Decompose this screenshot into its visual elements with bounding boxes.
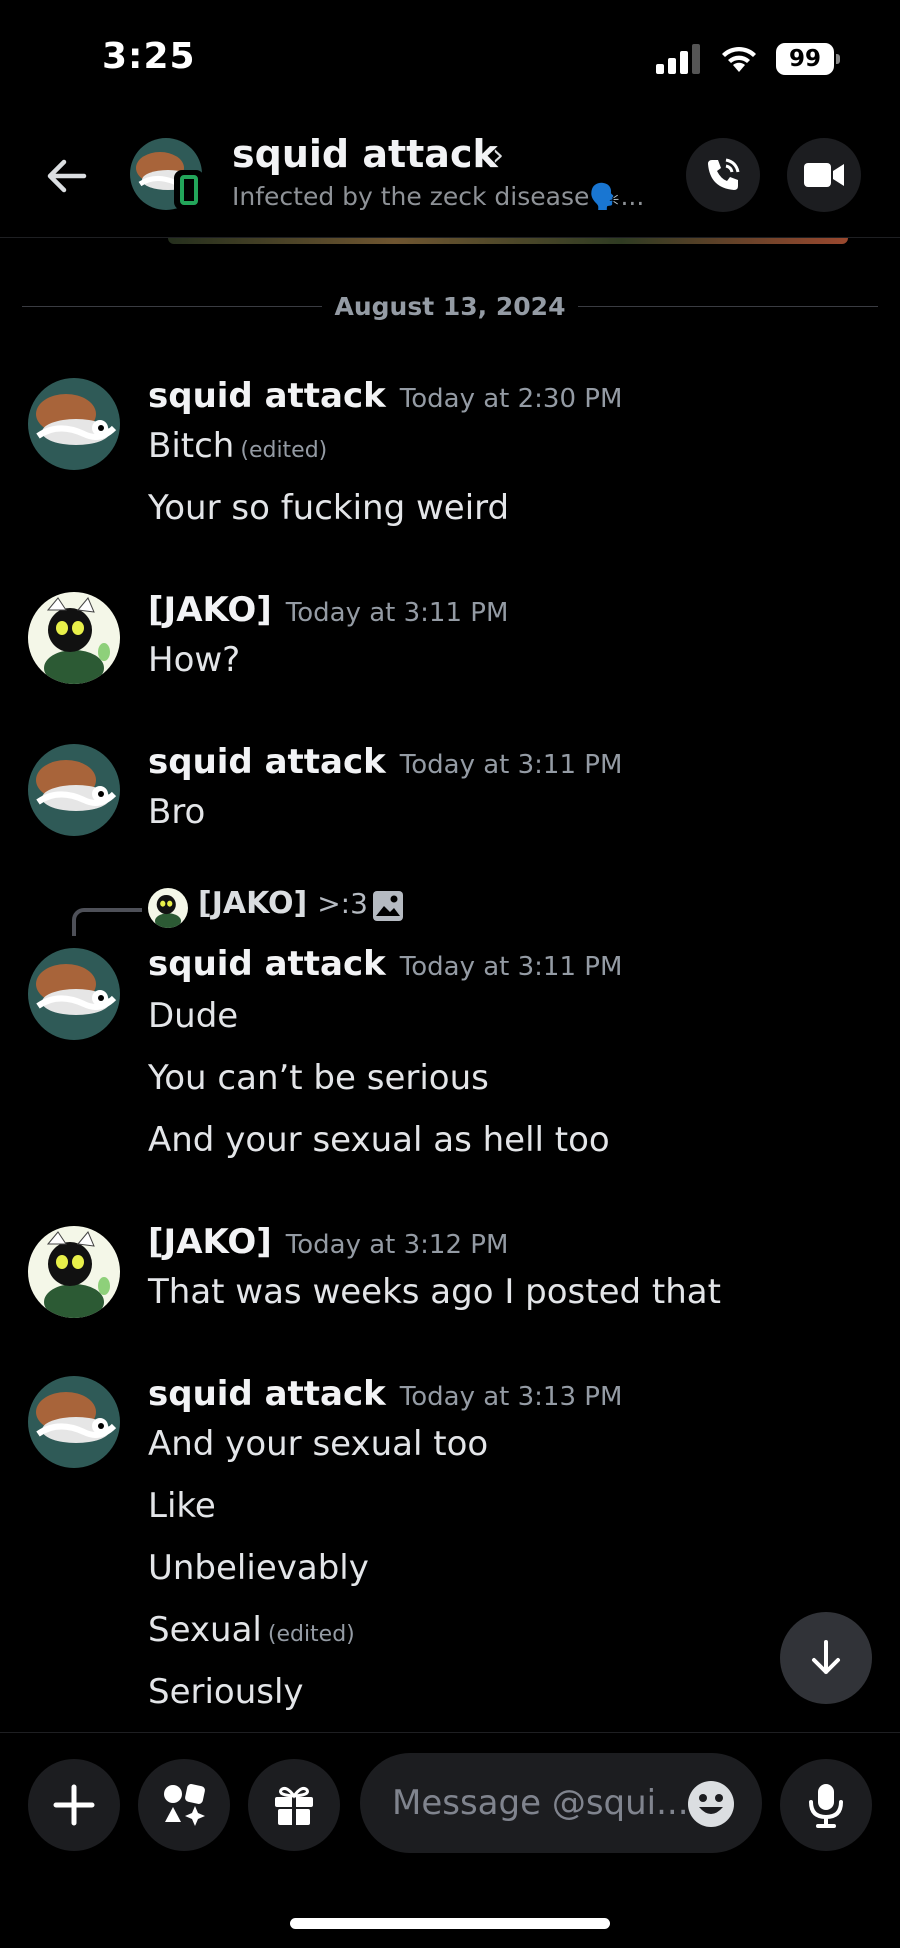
back-button[interactable] — [38, 148, 94, 204]
cellular-signal-icon — [656, 44, 700, 74]
apps-button[interactable] — [138, 1759, 230, 1851]
video-call-button[interactable] — [787, 138, 861, 212]
message-text: Your so fucking weird — [148, 488, 510, 528]
gift-button[interactable] — [248, 1759, 340, 1851]
arrow-down-icon — [812, 1640, 840, 1674]
status-bar: 3:25 99 — [0, 0, 900, 120]
message-text: Like — [148, 1486, 216, 1526]
message-author[interactable]: [JAKO] Today at 3:12 PM — [148, 1222, 508, 1262]
battery-indicator: 99 — [776, 43, 840, 75]
plus-icon — [53, 1784, 95, 1826]
edited-label: (edited) — [267, 1622, 355, 1647]
message-author[interactable]: [JAKO] Today at 3:11 PM — [148, 590, 508, 630]
video-camera-icon — [804, 163, 844, 187]
status-time: 3:25 — [102, 36, 196, 77]
battery-level: 99 — [788, 46, 821, 72]
home-indicator[interactable] — [290, 1918, 610, 1929]
date-label: August 13, 2024 — [334, 292, 566, 321]
arrow-left-icon — [47, 159, 87, 193]
reply-connector — [72, 908, 142, 936]
message-input-container[interactable] — [360, 1753, 762, 1853]
message-text: Bro — [148, 792, 206, 832]
jump-to-present-button[interactable] — [780, 1612, 872, 1704]
message-text: Unbelievably — [148, 1548, 369, 1588]
reply-preview[interactable]: [JAKO] >:3 — [198, 886, 368, 921]
custom-status: Infected by the zeck disease🗣️... — [232, 182, 645, 211]
voice-call-button[interactable] — [686, 138, 760, 212]
message-author[interactable]: squid attack Today at 3:13 PM — [148, 1374, 622, 1414]
avatar[interactable] — [28, 1226, 120, 1318]
message-text: Bitch (edited) — [148, 426, 328, 466]
message-input[interactable] — [392, 1753, 688, 1853]
gift-icon — [275, 1787, 313, 1825]
channel-title[interactable]: squid attack — [232, 132, 498, 176]
wifi-icon — [722, 46, 756, 72]
image-icon — [373, 891, 403, 921]
phone-call-icon — [708, 158, 740, 190]
message-text: How? — [148, 640, 241, 680]
message-text: And your sexual as hell too — [148, 1120, 610, 1160]
message-timestamp: Today at 3:12 PM — [285, 1230, 509, 1260]
avatar[interactable] — [28, 592, 120, 684]
message-timestamp: Today at 3:11 PM — [285, 598, 509, 628]
reply-avatar[interactable] — [148, 888, 188, 928]
message-text: Sexual (edited) — [148, 1610, 355, 1650]
chevron-right-icon[interactable]: › — [492, 138, 504, 173]
message-text: Seriously — [148, 1672, 304, 1712]
message-text: You can’t be serious — [148, 1058, 489, 1098]
avatar[interactable] — [28, 1376, 120, 1468]
message-timestamp: Today at 3:13 PM — [399, 1382, 623, 1412]
message-timestamp: Today at 3:11 PM — [399, 952, 623, 982]
message-text: That was weeks ago I posted that — [148, 1272, 721, 1312]
message-composer — [0, 1732, 900, 1948]
avatar[interactable] — [28, 378, 120, 470]
message-timestamp: Today at 2:30 PM — [399, 384, 623, 414]
message-text: And your sexual too — [148, 1424, 489, 1464]
avatar[interactable] — [28, 948, 120, 1040]
message-timestamp: Today at 3:11 PM — [399, 750, 623, 780]
apps-icon — [164, 1784, 205, 1826]
emoji-icon[interactable] — [686, 1779, 736, 1829]
banner-strip — [168, 238, 848, 244]
message-author[interactable]: squid attack Today at 3:11 PM — [148, 742, 622, 782]
avatar[interactable] — [28, 744, 120, 836]
message-author[interactable]: squid attack Today at 2:30 PM — [148, 376, 622, 416]
message-text: Dude — [148, 996, 239, 1036]
voice-message-button[interactable] — [780, 1759, 872, 1851]
attach-button[interactable] — [28, 1759, 120, 1851]
chat-header: squid attack › Infected by the zeck dise… — [0, 120, 900, 238]
edited-label: (edited) — [240, 438, 328, 463]
mobile-online-icon — [174, 170, 204, 210]
message-author[interactable]: squid attack Today at 3:11 PM — [148, 944, 622, 984]
microphone-icon — [809, 1784, 843, 1828]
date-divider: August 13, 2024 — [22, 286, 878, 326]
